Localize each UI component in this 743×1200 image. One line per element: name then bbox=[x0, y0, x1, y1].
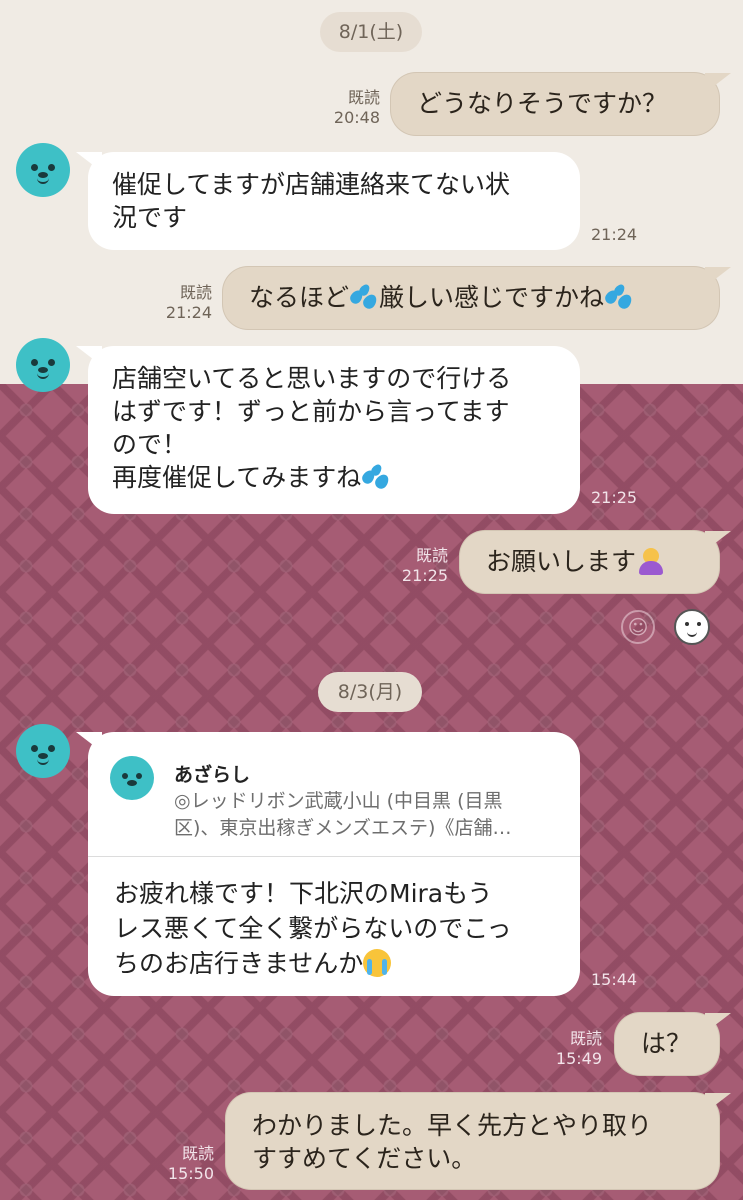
message-text: お疲れ様です！下北沢のMiraもう レス悪くて全く繋がらないのでこっ ちのお店行… bbox=[114, 879, 512, 978]
incoming-reply-message[interactable]: あざらし ◎レッドリボン武蔵小山 (中目黒 (目黒 区)、東京出稼ぎメンズエステ… bbox=[88, 732, 580, 996]
read-receipt: 既読 bbox=[179, 283, 212, 302]
seal-avatar-icon[interactable] bbox=[16, 724, 70, 778]
read-receipt: 既読 bbox=[415, 546, 448, 565]
sticker-seal-icon[interactable] bbox=[674, 609, 710, 645]
outgoing-message[interactable]: どうなりそうですか？ bbox=[390, 72, 720, 136]
message-time: 15:50 bbox=[167, 1164, 214, 1183]
quoted-text: ◎レッドリボン武蔵小山 (中目黒 (目黒 区)、東京出稼ぎメンズエステ)《店舗… bbox=[174, 790, 512, 839]
message-time: 20:48 bbox=[333, 108, 380, 127]
sweat-droplets-icon bbox=[360, 462, 392, 492]
message-line: 店舗空いてると思いますので行ける bbox=[112, 364, 512, 393]
message-text: 厳しい感じですかね bbox=[379, 283, 605, 312]
message-text: なるほど bbox=[249, 283, 350, 312]
outgoing-message[interactable]: わかりました。早く先方とやり取り すすめてください。 bbox=[225, 1092, 720, 1190]
date-separator: 8/3(月) bbox=[318, 672, 422, 712]
message-line: はずです！ずっと前から言ってます bbox=[112, 397, 510, 426]
divider bbox=[88, 856, 580, 857]
seal-avatar-icon[interactable] bbox=[16, 338, 70, 392]
message-time: 15:44 bbox=[591, 970, 638, 989]
seal-avatar-icon bbox=[110, 756, 154, 800]
date-separator: 8/1(土) bbox=[320, 12, 422, 52]
message-meta: 既読 15:49 bbox=[542, 1029, 602, 1069]
message-meta: 既読 15:50 bbox=[154, 1144, 214, 1184]
outgoing-message[interactable]: なるほど 厳しい感じですかね bbox=[222, 266, 720, 330]
sweat-droplets-icon bbox=[603, 282, 635, 312]
sweat-droplets-icon bbox=[347, 282, 380, 312]
message-line: 況です bbox=[112, 203, 188, 232]
incoming-message[interactable]: 催促してますが店舗連絡来てない状 況です bbox=[88, 152, 580, 250]
message-time: 15:49 bbox=[555, 1049, 602, 1068]
message-time: 21:25 bbox=[401, 566, 448, 585]
message-meta: 既読 20:48 bbox=[320, 88, 380, 128]
person-bowing-icon bbox=[636, 545, 666, 575]
message-time: 21:24 bbox=[591, 225, 638, 244]
outgoing-message[interactable]: は？ bbox=[614, 1012, 720, 1076]
seal-avatar-icon[interactable] bbox=[16, 143, 70, 197]
outgoing-message[interactable]: お願いします bbox=[459, 530, 720, 594]
message-line: 催促してますが店舗連絡来てない状 bbox=[112, 170, 511, 199]
loudly-crying-face-icon bbox=[363, 949, 392, 977]
message-line: すすめてください。 bbox=[252, 1144, 477, 1173]
message-line: 再度催促してみますね bbox=[112, 461, 556, 494]
message-text: は？ bbox=[641, 1029, 692, 1058]
message-time: 21:25 bbox=[591, 488, 638, 507]
quoted-sender: あざらし bbox=[174, 764, 251, 786]
message-line: ので！ bbox=[112, 430, 188, 459]
message-time: 21:24 bbox=[165, 303, 212, 322]
message-text: どうなりそうですか？ bbox=[417, 89, 668, 118]
reaction-smiley-icon[interactable]: ☺ bbox=[621, 610, 655, 644]
read-receipt: 既読 bbox=[181, 1144, 214, 1163]
message-text: お願いします bbox=[486, 547, 637, 576]
read-receipt: 既読 bbox=[347, 88, 380, 107]
message-line: わかりました。早く先方とやり取り bbox=[252, 1111, 653, 1140]
message-meta: 既読 21:25 bbox=[388, 546, 448, 586]
incoming-message[interactable]: 店舗空いてると思いますので行ける はずです！ずっと前から言ってます ので！ 再度… bbox=[88, 346, 580, 514]
read-receipt: 既読 bbox=[569, 1029, 602, 1048]
message-meta: 既読 21:24 bbox=[152, 283, 212, 323]
